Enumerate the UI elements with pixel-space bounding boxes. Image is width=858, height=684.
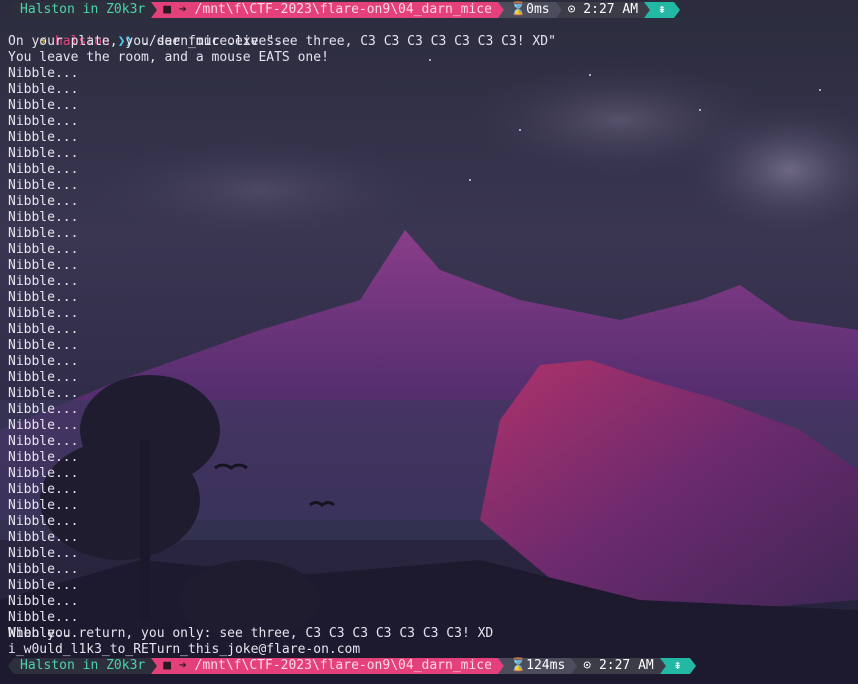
- nibble-line: Nibble...: [8, 370, 79, 385]
- prompt-clock-label: 2:27 AM: [598, 658, 654, 673]
- nibble-line: Nibble...: [8, 594, 79, 609]
- prompt-bar-top: Halston in Z0k3r ■ ➔ /mnt\f\CTF-2023\fla…: [8, 2, 680, 18]
- prompt-dir-label: /mnt\f\CTF-2023\flare-on9\04_darn_mice: [194, 2, 492, 17]
- prompt-bar-bottom: Halston in Z0k3r ■ ➔ /mnt\f\CTF-2023\fla…: [8, 658, 696, 674]
- nibble-line: Nibble...: [8, 402, 79, 417]
- clock-icon: ⊙: [567, 2, 576, 17]
- prompt-duration-label: 124ms: [526, 658, 566, 673]
- nibble-line: Nibble...: [8, 66, 79, 81]
- nibble-line: Nibble...: [8, 530, 79, 545]
- nibble-line: Nibble...: [8, 210, 79, 225]
- nibble-line: Nibble...: [8, 242, 79, 257]
- nibble-line: Nibble...: [8, 178, 79, 193]
- output-return-line: When you return, you only: see three, C3…: [8, 626, 494, 641]
- nibble-line: Nibble...: [8, 306, 79, 321]
- git-icon: ⇞: [650, 2, 674, 18]
- nibble-line: Nibble...: [8, 98, 79, 113]
- nibble-line: Nibble...: [8, 114, 79, 129]
- nibble-line: Nibble...: [8, 546, 79, 561]
- input-prompt[interactable]: ⚡ halston ❯❯: [8, 673, 138, 684]
- prompt-user-label: Halston in Z0k3r: [20, 2, 146, 17]
- nibble-line: Nibble...: [8, 578, 79, 593]
- command-line: ⚡ halston ❯❯ ./darn_mice.exe "see three,…: [8, 18, 556, 49]
- nibble-line: Nibble...: [8, 466, 79, 481]
- output-flag-line: i_w0uld_l1k3_to_RETurn_this_joke@flare-o…: [8, 642, 361, 657]
- nibble-line: Nibble...: [8, 482, 79, 497]
- nibble-line: Nibble...: [8, 258, 79, 273]
- hourglass-icon: ⌛: [509, 2, 527, 17]
- prompt-user-segment: Halston in Z0k3r: [14, 658, 152, 674]
- nibble-line: Nibble...: [8, 146, 79, 161]
- arrow-right-icon: ➔: [171, 2, 195, 17]
- nibble-line: Nibble...: [8, 130, 79, 145]
- prompt-clock-label: 2:27 AM: [583, 2, 639, 17]
- folder-icon: ■: [163, 2, 172, 17]
- prompt-duration-segment: ⌛ 0ms: [503, 2, 556, 18]
- prompt-dir-segment: ■ ➔ /mnt\f\CTF-2023\flare-on9\04_darn_mi…: [157, 2, 498, 18]
- nibble-line: Nibble...: [8, 82, 79, 97]
- hourglass-icon: ⌛: [509, 658, 527, 673]
- nibble-line: Nibble...: [8, 338, 79, 353]
- terminal-window[interactable]: Halston in Z0k3r ■ ➔ /mnt\f\CTF-2023\fla…: [0, 0, 858, 684]
- prompt-dir-segment: ■ ➔ /mnt\f\CTF-2023\flare-on9\04_darn_mi…: [157, 658, 498, 674]
- nibble-line: Nibble...: [8, 290, 79, 305]
- folder-icon: ■: [163, 658, 172, 673]
- prompt-dir-label: /mnt\f\CTF-2023\flare-on9\04_darn_mice: [194, 658, 492, 673]
- nibble-line: Nibble...: [8, 162, 79, 177]
- prompt-user-label: Halston in Z0k3r: [20, 658, 146, 673]
- nibble-line: Nibble...: [8, 322, 79, 337]
- nibble-line: Nibble...: [8, 498, 79, 513]
- nibble-line: Nibble...: [8, 194, 79, 209]
- nibble-line: Nibble...: [8, 562, 79, 577]
- prompt-clock-segment: ⊙ 2:27 AM: [561, 2, 645, 18]
- clock-icon: ⊙: [583, 658, 592, 673]
- nibble-line: Nibble...: [8, 274, 79, 289]
- nibble-line: Nibble...: [8, 354, 79, 369]
- prompt-clock-segment: ⊙ 2:27 AM: [577, 658, 660, 674]
- nibble-line: Nibble...: [8, 434, 79, 449]
- nibble-line: Nibble...: [8, 450, 79, 465]
- nibble-line: Nibble...: [8, 418, 79, 433]
- prompt-duration-label: 0ms: [526, 2, 550, 17]
- nibble-line: Nibble...: [8, 514, 79, 529]
- output-leave-line: You leave the room, and a mouse EATS one…: [8, 50, 329, 65]
- prompt-duration-segment: ⌛ 124ms: [503, 658, 572, 674]
- prompt-user-segment: Halston in Z0k3r: [14, 2, 152, 18]
- git-icon: ⇞: [665, 658, 690, 674]
- arrow-right-icon: ➔: [171, 658, 195, 673]
- output-plate-line: On your plate, you see four olives.: [8, 34, 282, 49]
- nibble-line: Nibble...: [8, 386, 79, 401]
- nibble-line: Nibble...: [8, 226, 79, 241]
- nibble-line: Nibble...: [8, 610, 79, 625]
